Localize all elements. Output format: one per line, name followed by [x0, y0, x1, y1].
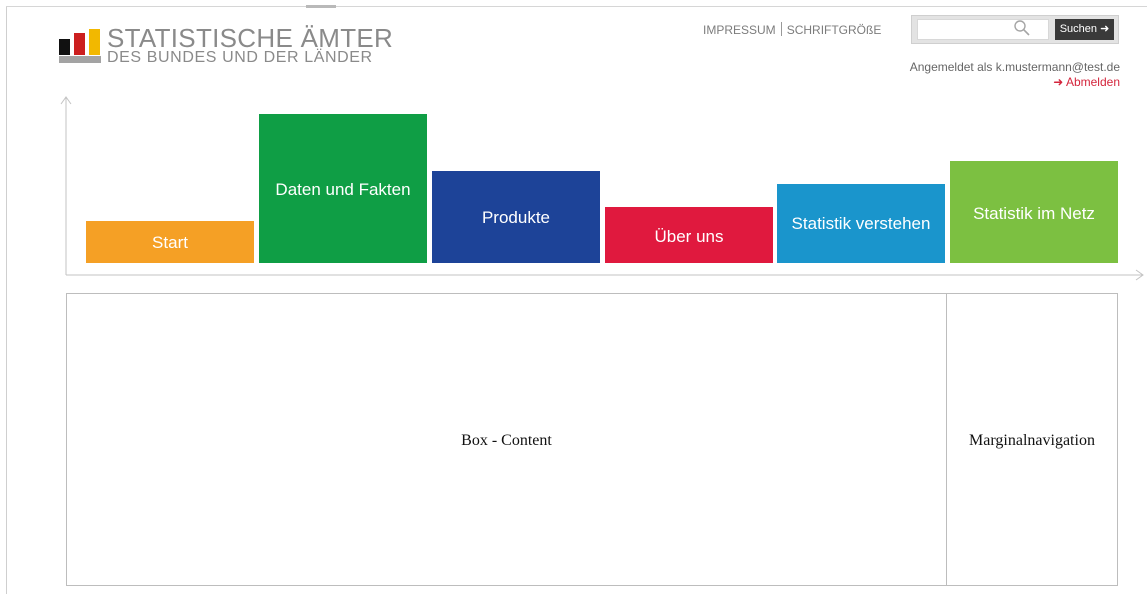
nav-label-statistik-im-netz: Statistik im Netz: [973, 204, 1095, 223]
nav-label-start: Start: [152, 233, 188, 252]
nav-tile-daten-und-fakten[interactable]: Daten und Fakten: [259, 114, 427, 263]
content-box: Box - Content: [66, 293, 947, 586]
nav-tile-produkte[interactable]: Produkte: [432, 171, 600, 263]
marginal-navigation-box: Marginalnavigation: [946, 293, 1118, 586]
nav-label-ueber-uns: Über uns: [654, 227, 724, 246]
content-box-label: Box - Content: [461, 432, 552, 449]
nav-label-daten-und-fakten: Daten und Fakten: [275, 180, 411, 199]
nav-tile-statistik-verstehen[interactable]: Statistik verstehen: [777, 184, 945, 263]
nav-tile-ueber-uns[interactable]: Über uns: [605, 207, 773, 263]
nav-tile-start[interactable]: Start: [86, 221, 254, 263]
nav-label-statistik-verstehen: Statistik verstehen: [791, 214, 931, 233]
marginal-navigation-label: Marginalnavigation: [969, 432, 1095, 449]
nav-label-produkte: Produkte: [481, 208, 551, 227]
nav-tile-statistik-im-netz[interactable]: Statistik im Netz: [950, 161, 1118, 263]
